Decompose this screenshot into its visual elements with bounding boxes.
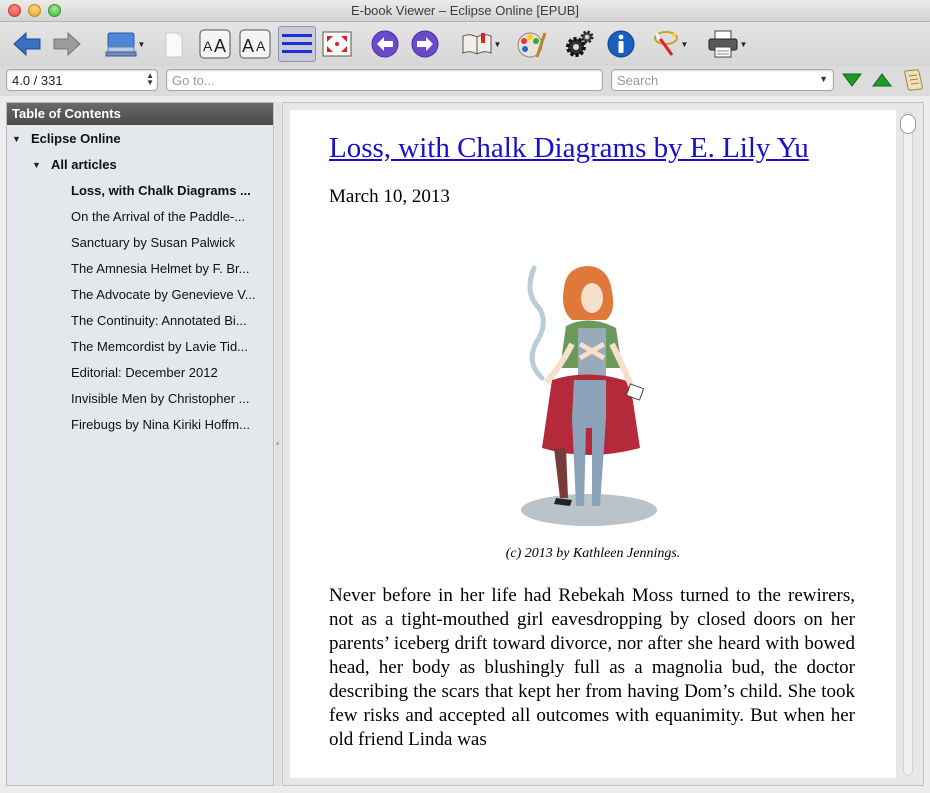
panel-splitter[interactable]: [275, 102, 281, 786]
gear-icon: [566, 30, 594, 57]
toc-list-item[interactable]: On the Arrival of the Paddle-...: [71, 209, 269, 224]
open-ebook-button[interactable]: ▼: [100, 26, 150, 62]
chevron-down-icon[interactable]: ▼: [740, 40, 748, 49]
search-placeholder: Search: [617, 73, 659, 88]
article-date: March 10, 2013: [329, 186, 450, 207]
spin-arrows-icon[interactable]: ▲ ▼: [146, 72, 154, 87]
vertical-scrollbar[interactable]: [900, 112, 916, 778]
printer-icon: [708, 30, 738, 58]
toc-list-item[interactable]: Invisible Men by Christopher ...: [71, 391, 269, 406]
toc-list-item[interactable]: The Amnesia Helmet by F. Br...: [71, 261, 269, 276]
previous-page-button[interactable]: [368, 26, 402, 62]
table-of-contents-icon: [282, 34, 312, 53]
expand-triangle-icon[interactable]: ▼: [32, 160, 41, 170]
toc-list-item[interactable]: The Advocate by Genevieve V...: [71, 287, 269, 302]
toc-book-item[interactable]: Eclipse Online: [31, 131, 271, 146]
article-title-link[interactable]: Loss, with Chalk Diagrams by E. Lily Yu: [329, 132, 809, 165]
font-decrease-icon: A A: [239, 29, 271, 59]
toc-list-item[interactable]: Sanctuary by Susan Palwick: [71, 235, 269, 250]
info-icon: [607, 30, 635, 58]
open-book-stack-icon: [105, 32, 137, 57]
back-button[interactable]: [10, 26, 44, 62]
article-body-text: Never before in her life had Rebekah Mos…: [329, 585, 855, 750]
reference-mode-button[interactable]: ▼: [646, 26, 692, 62]
position-spinbox[interactable]: 4.0 / 331 ▲ ▼: [6, 69, 158, 91]
toc-list-item[interactable]: Editorial: December 2012: [71, 365, 269, 380]
toc-list-item[interactable]: The Memcordist by Lavie Tid...: [71, 339, 269, 354]
font-larger-button[interactable]: A A: [198, 26, 232, 62]
svg-text:A: A: [256, 38, 266, 54]
next-page-button[interactable]: [408, 26, 442, 62]
position-value: 4.0 / 331: [12, 73, 63, 88]
copy-button[interactable]: [158, 26, 192, 62]
illustration-image: [521, 265, 657, 526]
metadata-button[interactable]: [604, 26, 638, 62]
find-next-icon[interactable]: [842, 72, 862, 88]
print-button[interactable]: ▼: [702, 26, 752, 62]
circle-arrow-left-icon: [371, 30, 399, 58]
preferences-button[interactable]: [562, 26, 596, 62]
toc-toggle-button[interactable]: [278, 26, 316, 62]
copy-page-icon: [165, 32, 183, 58]
toc-list-item[interactable]: The Continuity: Annotated Bi...: [71, 313, 269, 328]
navigation-search-row: 4.0 / 331 ▲ ▼ Go to... Search ▼: [0, 66, 930, 96]
svg-text:A: A: [242, 36, 254, 56]
svg-text:A: A: [214, 36, 226, 56]
table-of-contents-panel: Table of Contents ▼ Eclipse Online ▼ All…: [6, 102, 274, 786]
font-smaller-button[interactable]: A A: [238, 26, 272, 62]
goto-input[interactable]: Go to...: [166, 69, 603, 91]
fullscreen-button[interactable]: [320, 26, 354, 62]
ebook-viewer-window: E-book Viewer – Eclipse Online [EPUB] ▼: [0, 0, 930, 793]
fullscreen-icon: [322, 31, 352, 57]
scroll-icon[interactable]: [902, 68, 924, 92]
magic-wand-icon: [653, 31, 678, 56]
illustration-caption: (c) 2013 by Kathleen Jennings.: [505, 546, 681, 561]
forward-button[interactable]: [50, 26, 84, 62]
book-page: Loss, with Chalk Diagrams by E. Lily Yu …: [290, 110, 896, 778]
scrollbar-thumb[interactable]: [900, 114, 916, 134]
arrow-right-icon: [53, 31, 81, 57]
toolbar: ▼ A A A A ▼ ▼ ▼: [0, 22, 930, 66]
scrollbar-track[interactable]: [903, 112, 913, 776]
palette-icon: [517, 32, 547, 58]
toc-list-item[interactable]: Firebugs by Nina Kiriki Hoffm...: [71, 417, 269, 432]
expand-triangle-icon[interactable]: ▼: [12, 134, 21, 144]
chevron-down-icon[interactable]: ▼: [138, 40, 146, 49]
font-increase-icon: A A: [199, 29, 231, 59]
circle-arrow-right-icon: [411, 30, 439, 58]
arrow-left-icon: [13, 31, 41, 57]
title-bar: E-book Viewer – Eclipse Online [EPUB]: [0, 0, 930, 22]
find-previous-icon[interactable]: [872, 72, 892, 88]
toc-header: Table of Contents: [7, 103, 273, 125]
search-input[interactable]: Search ▼: [611, 69, 834, 91]
toc-list-item[interactable]: Loss, with Chalk Diagrams ...: [71, 183, 269, 198]
bookmarks-button[interactable]: ▼: [456, 26, 506, 62]
goto-placeholder: Go to...: [172, 73, 215, 88]
svg-text:A: A: [203, 38, 213, 54]
bookmark-book-icon: [462, 33, 492, 55]
toc-section-item[interactable]: All articles: [51, 157, 271, 172]
window-title: E-book Viewer – Eclipse Online [EPUB]: [350, 3, 580, 18]
splitter-handle-icon: [276, 442, 279, 445]
chevron-down-icon[interactable]: ▼: [819, 74, 828, 84]
chevron-down-icon[interactable]: ▼: [681, 40, 689, 49]
chevron-down-icon[interactable]: ▼: [494, 40, 502, 49]
theme-button[interactable]: [514, 26, 548, 62]
